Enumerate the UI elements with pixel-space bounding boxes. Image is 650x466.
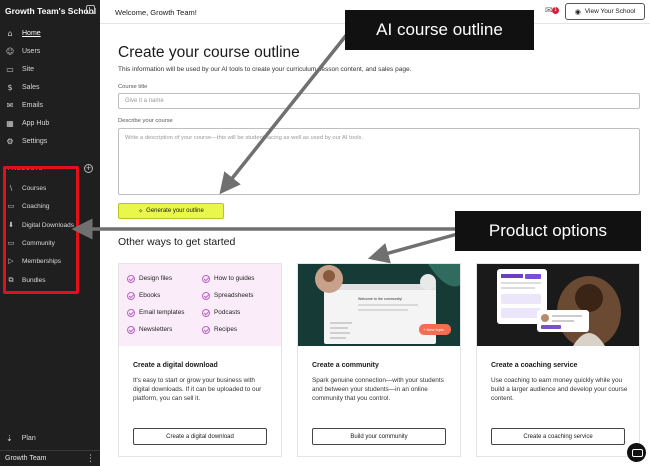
sidebar-item-settings[interactable]: ⚙ Settings [0,133,100,149]
digital-download-card: Design files How to guides Ebooks Spread… [118,263,282,457]
ai-course-outline-callout: AI course outline [345,10,534,50]
list-item: Newsletters [127,325,202,334]
card-description: Spark genuine connection—with your stude… [312,377,444,402]
coaching-image [477,264,639,346]
community-illustration: Welcome to the community! + New topic [298,264,460,346]
users-icon: ☺ [5,46,15,56]
notification-badge: 1 [552,7,559,14]
create-digital-download-button[interactable]: Create a digital download [133,428,267,445]
list-item: Recipes [202,325,277,334]
community-card: Welcome to the community! + New topic Cr… [297,263,461,457]
list-item: How to guides [202,274,277,283]
sidebar-item-users[interactable]: ☺ Users [0,43,100,59]
sparkle-icon: ✧ [138,207,144,215]
new-topic-text: + New topic [423,327,444,332]
create-coaching-button[interactable]: Create a coaching service [491,428,625,445]
sidebar-item-emails[interactable]: ✉ Emails [0,97,100,113]
chat-support-icon[interactable] [627,443,646,462]
sidebar-item-label: Users [22,47,41,55]
school-name[interactable]: Growth Team's School [5,6,96,16]
page-title: Create your course outline [118,44,300,61]
sales-icon: $ [7,82,13,92]
course-title-input[interactable]: Give it a name [118,93,640,109]
list-item: Ebooks [127,291,202,300]
sidebar-item-label: Site [22,65,35,73]
collapse-sidebar-icon[interactable] [86,5,95,14]
card-description: It's easy to start or grow your business… [133,377,262,402]
digital-download-image: Design files How to guides Ebooks Spread… [119,264,281,346]
card-title: Create a community [312,362,379,369]
describe-course-label: Describe your course [118,118,173,124]
view-your-school-button[interactable]: ◉ View Your School [565,3,645,20]
check-icon [202,308,210,317]
check-icon [127,291,135,300]
generate-outline-label: Generate your outline [146,208,204,214]
view-your-school-label: View Your School [584,8,636,15]
sidebar-item-label: Emails [22,101,44,109]
sidebar-item-plan[interactable]: ⇣ Plan [0,431,36,445]
add-product-icon[interactable]: + [84,164,93,173]
card-title: Create a coaching service [491,362,578,369]
user-menu[interactable]: Growth Team ⋮ [0,450,100,466]
check-icon [127,308,135,317]
products-highlight-box [3,166,79,294]
sidebar-item-label: Sales [22,83,40,91]
eye-icon: ◉ [574,7,581,16]
user-name: Growth Team [5,455,47,462]
list-item: Spreadsheets [202,291,277,300]
check-icon [202,291,210,300]
sidebar-item-sales[interactable]: $ Sales [0,79,100,95]
sidebar-item-label: Home [22,29,41,37]
list-item: Email templates [127,308,202,317]
product-options-callout: Product options [455,211,641,251]
check-icon [127,274,135,283]
card-description: Use coaching to earn money quickly while… [491,377,628,402]
sidebar-item-label: Settings [22,137,48,145]
sidebar: Growth Team's School ⌂ Home ☺ Users ▭ Si… [0,0,100,466]
plan-icon: ⇣ [6,433,13,443]
list-item: Podcasts [202,308,277,317]
check-icon [127,325,135,334]
welcome-text: Welcome, Growth Team! [115,8,197,17]
app-hub-icon: ▦ [6,118,14,128]
check-icon [202,274,210,283]
describe-course-textarea[interactable]: Write a description of your course—this … [118,128,640,195]
describe-course-placeholder: Write a description of your course—this … [125,135,364,141]
sidebar-item-app-hub[interactable]: ▦ App Hub [0,115,100,131]
site-icon: ▭ [6,64,14,74]
build-community-button[interactable]: Build your community [312,428,446,445]
kebab-menu-icon[interactable]: ⋮ [86,454,95,464]
sidebar-item-label: Plan [21,434,36,442]
settings-icon: ⚙ [6,136,14,146]
other-ways-title: Other ways to get started [118,236,236,248]
sidebar-item-site[interactable]: ▭ Site [0,61,100,77]
check-icon [202,325,210,334]
generate-outline-button[interactable]: ✧ Generate your outline [118,203,224,219]
course-title-placeholder: Give it a name [125,98,164,104]
sidebar-item-label: App Hub [22,119,50,127]
list-item: Design files [127,274,202,283]
page-description: This information will be used by our AI … [118,66,412,73]
card-title: Create a digital download [133,362,218,369]
coaching-illustration [477,264,639,346]
course-title-label: Course title [118,84,148,90]
community-image: Welcome to the community! + New topic [298,264,460,346]
emails-icon: ✉ [6,100,14,110]
sidebar-item-home[interactable]: ⌂ Home [0,25,100,41]
community-image-text: Welcome to the community! [358,297,402,301]
home-icon: ⌂ [7,28,13,38]
coaching-card: Create a coaching service Use coaching t… [476,263,640,457]
